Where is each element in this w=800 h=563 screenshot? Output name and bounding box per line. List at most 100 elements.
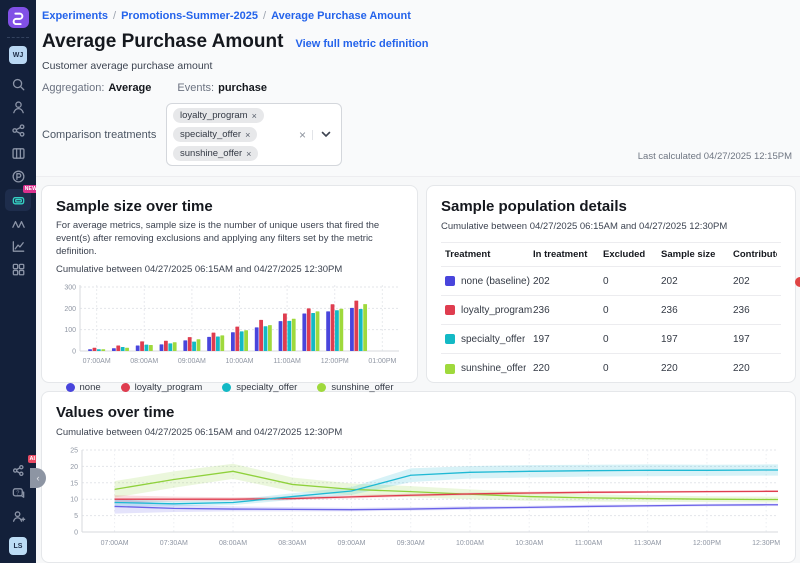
svg-text:0: 0 bbox=[72, 349, 76, 356]
legend-dot bbox=[222, 383, 231, 392]
treatment-name: specialty_offer bbox=[461, 334, 525, 345]
sample-size-card: Sample size over time For average metric… bbox=[41, 185, 418, 383]
col-in-treatment: In treatment bbox=[533, 249, 603, 260]
chip-remove-icon[interactable]: × bbox=[252, 111, 257, 121]
svg-text:10:00AM: 10:00AM bbox=[225, 358, 253, 365]
aggregation-value: Average bbox=[108, 82, 151, 94]
aggregation-label: Aggregation: bbox=[42, 82, 104, 94]
breadcrumb-separator: / bbox=[113, 10, 116, 22]
sidebar: WJ NEW AI bbox=[0, 0, 36, 563]
chip-specialty-offer[interactable]: specialty_offer × bbox=[173, 127, 257, 142]
chip-sunshine-offer[interactable]: sunshine_offer × bbox=[173, 146, 258, 161]
svg-text:12:30PM: 12:30PM bbox=[752, 540, 780, 547]
treatments-select[interactable]: loyalty_program× specialty_offer × sunshi… bbox=[166, 103, 342, 166]
legend-label: sunshine_offer bbox=[331, 382, 393, 393]
statsig-logo-icon[interactable] bbox=[8, 7, 29, 28]
col-excluded: Excluded bbox=[603, 249, 661, 260]
svg-text:15: 15 bbox=[70, 480, 78, 487]
contributors-value: 202 bbox=[733, 276, 777, 287]
svg-text:01:00PM: 01:00PM bbox=[368, 358, 396, 365]
sidebar-divider bbox=[7, 37, 29, 38]
sample-size-legend: none loyalty_program specialty_offer sun… bbox=[56, 382, 403, 393]
notification-notch[interactable] bbox=[795, 277, 800, 287]
legend-item-loyalty[interactable]: loyalty_program bbox=[121, 382, 203, 393]
svg-text:08:30AM: 08:30AM bbox=[278, 540, 306, 547]
app: WJ NEW AI bbox=[0, 0, 800, 563]
clear-selection-icon[interactable]: × bbox=[293, 128, 312, 142]
table-row: none (baseline) 202 0 202 202 bbox=[441, 267, 781, 296]
sample-size-title: Sample size over time bbox=[56, 198, 403, 215]
legend-item-none[interactable]: none bbox=[66, 382, 101, 393]
chip-remove-icon[interactable]: × bbox=[246, 149, 251, 159]
values-range: Cumulative between 04/27/2025 06:15AM an… bbox=[56, 427, 781, 438]
metrics-icon[interactable]: NEW bbox=[5, 189, 31, 211]
sample-size-range: Cumulative between 04/27/2025 06:15AM an… bbox=[56, 264, 403, 275]
user-avatar[interactable]: LS bbox=[9, 537, 27, 555]
chip-remove-icon[interactable]: × bbox=[245, 130, 250, 140]
treatment-name: sunshine_offer bbox=[461, 363, 526, 374]
chevron-down-icon[interactable] bbox=[312, 130, 335, 140]
page-title: Average Purchase Amount bbox=[42, 31, 283, 53]
breadcrumb-experiments[interactable]: Experiments bbox=[42, 10, 108, 22]
values-card: Values over time Cumulative between 04/2… bbox=[41, 391, 796, 563]
users-icon[interactable] bbox=[6, 97, 30, 118]
excluded-value: 0 bbox=[603, 305, 661, 316]
population-range: Cumulative between 04/27/2025 06:15AM an… bbox=[441, 221, 781, 232]
apps-grid-icon[interactable] bbox=[6, 259, 30, 280]
table-header-row: Treatment In treatment Excluded Sample s… bbox=[441, 243, 781, 267]
table-row: loyalty_program 236 0 236 236 bbox=[441, 296, 781, 325]
chip-loyalty-program[interactable]: loyalty_program× bbox=[173, 108, 264, 123]
legend-dot bbox=[66, 383, 75, 392]
ai-assistant-icon[interactable]: AI bbox=[6, 460, 30, 481]
main-content: Experiments / Promotions-Summer-2025 / A… bbox=[36, 0, 800, 563]
feature-gates-icon[interactable] bbox=[6, 143, 30, 164]
breadcrumb-separator: / bbox=[263, 10, 266, 22]
sample-size-value: 202 bbox=[661, 276, 733, 287]
values-chart-svg: 051015202507:00AM07:30AM08:00AM08:30AM09… bbox=[56, 444, 784, 562]
col-sample-size: Sample size bbox=[661, 249, 733, 260]
svg-text:09:00AM: 09:00AM bbox=[337, 540, 365, 547]
svg-text:08:00AM: 08:00AM bbox=[219, 540, 247, 547]
chip-label: specialty_offer bbox=[180, 129, 241, 140]
values-title: Values over time bbox=[56, 404, 781, 421]
help-chat-icon[interactable]: ? bbox=[6, 483, 30, 504]
breadcrumb: Experiments / Promotions-Summer-2025 / A… bbox=[42, 10, 792, 22]
svg-text:25: 25 bbox=[70, 448, 78, 455]
legend-label: specialty_offer bbox=[236, 382, 297, 393]
workspace-avatar[interactable]: WJ bbox=[9, 46, 27, 64]
legend-label: none bbox=[80, 382, 101, 393]
events-label: Events: bbox=[177, 82, 214, 94]
view-metric-definition-link[interactable]: View full metric definition bbox=[295, 38, 428, 50]
search-icon[interactable] bbox=[6, 74, 30, 95]
treatment-name: loyalty_program bbox=[461, 305, 532, 316]
svg-text:09:00AM: 09:00AM bbox=[178, 358, 206, 365]
in-treatment-value: 197 bbox=[533, 334, 603, 345]
legend-label: loyalty_program bbox=[135, 382, 203, 393]
page-header: Experiments / Promotions-Summer-2025 / A… bbox=[36, 0, 800, 177]
legend-item-sunshine[interactable]: sunshine_offer bbox=[317, 382, 393, 393]
svg-text:10:30AM: 10:30AM bbox=[515, 540, 543, 547]
legend-dot bbox=[317, 383, 326, 392]
analytics-icon[interactable] bbox=[6, 236, 30, 257]
breadcrumb-experiment-name[interactable]: Promotions-Summer-2025 bbox=[121, 10, 258, 22]
cards-area: Sample size over time For average metric… bbox=[36, 177, 800, 563]
contributors-value: 220 bbox=[733, 363, 777, 374]
comparison-treatments-label: Comparison treatments bbox=[42, 129, 166, 141]
treatment-swatch bbox=[445, 305, 455, 315]
sample-size-description: For average metrics, sample size is the … bbox=[56, 220, 403, 258]
sample-size-value: 197 bbox=[661, 334, 733, 345]
experiments-icon[interactable] bbox=[6, 213, 30, 234]
svg-text:5: 5 bbox=[74, 513, 78, 520]
svg-text:0: 0 bbox=[74, 530, 78, 537]
svg-text:11:00AM: 11:00AM bbox=[273, 358, 301, 365]
svg-text:200: 200 bbox=[64, 306, 76, 313]
breadcrumb-metric-name[interactable]: Average Purchase Amount bbox=[271, 10, 411, 22]
in-treatment-value: 220 bbox=[533, 363, 603, 374]
segments-icon[interactable] bbox=[6, 120, 30, 141]
chip-label: sunshine_offer bbox=[180, 148, 242, 159]
pulse-icon[interactable] bbox=[6, 166, 30, 187]
invite-user-icon[interactable] bbox=[6, 506, 30, 527]
legend-item-specialty[interactable]: specialty_offer bbox=[222, 382, 297, 393]
contributors-value: 236 bbox=[733, 305, 777, 316]
svg-text:10:00AM: 10:00AM bbox=[456, 540, 484, 547]
